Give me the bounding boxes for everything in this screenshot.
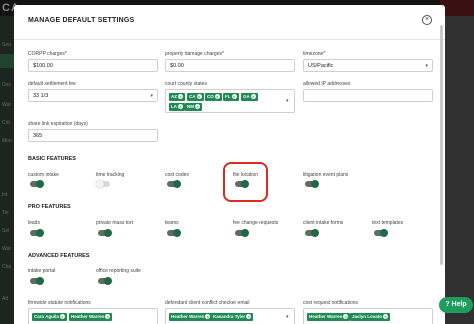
defendant-conflict-checker-label: defendant client conflict checker email — [165, 300, 250, 306]
timezone-select[interactable]: US/Pacific ▾ — [303, 59, 433, 72]
tag-remove-icon[interactable]: × — [231, 93, 237, 99]
tag-remove-icon[interactable]: × — [196, 93, 202, 99]
toggle-label: teams — [165, 220, 179, 226]
share-link-expiration-label: share link expiration (days) — [28, 121, 88, 127]
tag-remove-icon[interactable]: × — [250, 93, 256, 99]
manage-default-settings-modal: MANAGE DEFAULT SETTINGS × CORPP charges*… — [14, 5, 445, 324]
share-link-expiration-input[interactable]: 365 — [28, 129, 158, 142]
cost-codes-toggle[interactable] — [167, 180, 181, 188]
user-tag: Cara Aguila × — [32, 313, 67, 321]
tag-remove-icon[interactable]: × — [178, 93, 183, 99]
property-damage-charges-input[interactable]: $0.00 — [165, 59, 295, 72]
default-settlement-fee-value: 33 1/3 — [33, 93, 49, 99]
help-label: Help — [451, 301, 467, 308]
state-tag: GA × — [241, 93, 258, 101]
firmwide-statute-notifications-multiselect[interactable]: Cara Aguila × Heather Warren × — [28, 308, 158, 324]
tag-remove-icon[interactable]: × — [105, 313, 111, 319]
toggle-label: text templates — [372, 220, 404, 226]
office-reporting-suite-toggle[interactable] — [98, 277, 112, 285]
user-tag: Jaclyn Lovato × — [350, 313, 391, 321]
modal-title: MANAGE DEFAULT SETTINGS — [28, 17, 135, 24]
highlight-annotation — [223, 162, 268, 202]
toggle-label: client intake forms — [303, 220, 344, 226]
modal-divider — [14, 39, 445, 40]
chevron-down-icon: ▾ — [425, 63, 428, 69]
fee-change-requests-toggle[interactable] — [235, 229, 249, 237]
defendant-conflict-checker-multiselect[interactable]: Heather Warren × Kasandra Tyler × ▾ — [165, 308, 295, 324]
user-tag: Heather Warren × — [169, 313, 213, 321]
tag-remove-icon[interactable]: × — [246, 313, 252, 319]
custom-intake-toggle[interactable] — [30, 180, 44, 188]
toggle-label: private mass tort — [96, 220, 133, 226]
corpp-charges-label: CORPP charges* — [28, 51, 67, 57]
toggle-label: litigation event plans — [303, 172, 349, 178]
user-tag: Heather Warren × — [69, 313, 113, 321]
state-tag: AZ × — [169, 93, 185, 101]
property-damage-charges-label: property damage charges* — [165, 51, 224, 57]
corpp-charges-input[interactable]: $100.00 — [28, 59, 158, 72]
tag-remove-icon[interactable]: × — [178, 103, 183, 109]
tag-remove-icon[interactable]: × — [343, 313, 349, 319]
court-county-states-multiselect[interactable]: AZ × CA × CO × FL × GA × LA × NM × ▾ — [165, 89, 295, 113]
court-county-states-label: court county states — [165, 81, 207, 87]
close-icon[interactable]: × — [422, 15, 432, 25]
client-intake-forms-toggle[interactable] — [305, 229, 319, 237]
chevron-down-icon: ▾ — [286, 98, 289, 104]
chevron-down-icon: ▾ — [286, 314, 289, 320]
tag-remove-icon[interactable]: × — [383, 313, 389, 319]
cost-request-notifications-label: cost request notifications — [303, 300, 359, 306]
teams-toggle[interactable] — [167, 229, 181, 237]
toggle-label: custom intake — [28, 172, 59, 178]
tag-remove-icon[interactable]: × — [59, 313, 65, 319]
advanced-features-heading: ADVANCED FEATURES — [28, 253, 90, 259]
state-tag: CO × — [205, 93, 222, 101]
firmwide-statute-notifications-label: firmwide statute notifications — [28, 300, 91, 306]
private-mass-tort-toggle[interactable] — [98, 229, 112, 237]
allowed-ip-addresses-input[interactable] — [303, 89, 433, 102]
toggle-label: fee change requests — [233, 220, 279, 226]
toggle-label: cost codes — [165, 172, 189, 178]
modal-scrollbar[interactable] — [440, 25, 443, 265]
intake-portal-toggle[interactable] — [30, 277, 44, 285]
toggle-label: time tracking — [96, 172, 125, 178]
time-tracking-toggle[interactable] — [96, 180, 110, 188]
timezone-label: timezone* — [303, 51, 326, 57]
user-tag: Heather Warren × — [307, 313, 351, 321]
toggle-label: office reporting suite — [96, 268, 141, 274]
tag-remove-icon[interactable]: × — [205, 313, 211, 319]
help-icon: ? — [445, 301, 450, 308]
tag-remove-icon[interactable]: × — [195, 103, 200, 109]
user-tag: Kasandra Tyler × — [211, 313, 254, 321]
toggle-label: intake portal — [28, 268, 56, 274]
basic-features-heading: BASIC FEATURES — [28, 156, 76, 162]
leads-toggle[interactable] — [30, 229, 44, 237]
allowed-ip-addresses-label: allowed IP addresses — [303, 81, 351, 87]
timezone-value: US/Pacific — [308, 63, 334, 69]
default-settlement-fee-select[interactable]: 33 1/3 ▾ — [28, 89, 158, 102]
litigation-event-plans-toggle[interactable] — [305, 180, 319, 188]
toggle-label: leads — [28, 220, 40, 226]
cost-request-notifications-multiselect[interactable]: Heather Warren × Jaclyn Lovato × — [303, 308, 433, 324]
state-tag: FL × — [223, 93, 239, 101]
chevron-down-icon: ▾ — [150, 93, 153, 99]
default-settlement-fee-label: default settlement fee — [28, 81, 76, 87]
pro-features-heading: PRO FEATURES — [28, 204, 71, 210]
help-button[interactable]: ? Help — [439, 297, 473, 313]
state-tag: LA × — [169, 103, 185, 111]
state-tag: NM × — [185, 103, 202, 111]
text-templates-toggle[interactable] — [374, 229, 388, 237]
tag-remove-icon[interactable]: × — [214, 93, 220, 99]
state-tag: CA × — [187, 93, 204, 101]
